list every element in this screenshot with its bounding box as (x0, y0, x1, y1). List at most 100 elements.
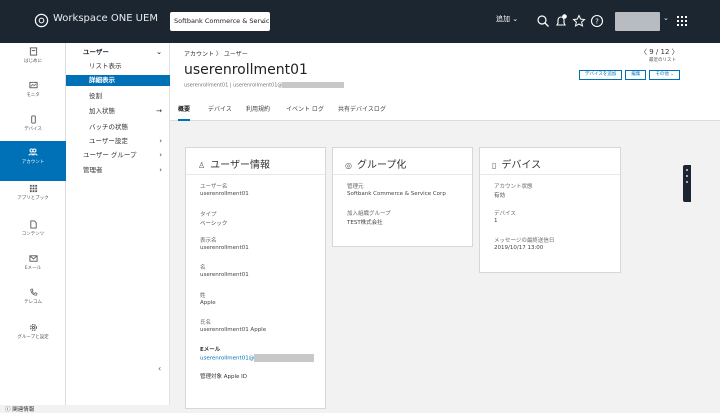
field-label: Eメール (200, 347, 221, 353)
accounts-subnav: ユーザー ⌄ リスト表示 詳細表示 役割 加入状態 → バッチの状態 ユーザー設定 ›… (66, 43, 170, 405)
help-icon[interactable]: ? (589, 13, 605, 29)
user-info-card: ♙ ユーザー情報 ユーザー名 userenrollment01 タイプ ベーシック… (185, 147, 326, 409)
collapse-menu-chevron-icon[interactable]: ‹ (158, 364, 161, 373)
search-icon[interactable] (535, 13, 551, 29)
grouping-card: ◎ グループ化 管理元 Softbank Commerce & Service C… (332, 147, 473, 247)
redacted-email-domain (282, 82, 345, 88)
arrow-right-icon: → (156, 107, 162, 115)
content-icon (29, 220, 37, 229)
page-subtitle: userenrollment01 | userenrollment01@ (184, 82, 345, 89)
edit-button[interactable]: 編集 (625, 70, 647, 80)
monitor-icon (28, 81, 38, 89)
telecom-icon (29, 288, 38, 296)
tab-terms-of-use[interactable]: 利用規約 (246, 103, 270, 121)
related-info-link[interactable]: ⓘ 関連情報 (5, 405, 34, 413)
field-label: 名 (200, 265, 206, 271)
field-label: ユーザー名 (200, 184, 228, 190)
subnav-item-user-settings[interactable]: ユーザー設定 › (66, 136, 170, 147)
add-menu-button[interactable]: 追加 ⌄ (496, 14, 518, 24)
tab-summary[interactable]: 概要 (178, 103, 191, 121)
chevron-down-icon[interactable]: ⌄ (663, 14, 669, 22)
field-label: 表示名 (200, 238, 217, 244)
field-label: 管理対象 Apple ID (200, 374, 248, 380)
page-title: userenrollment01 (184, 62, 308, 78)
subnav-item-enrollment-status[interactable]: 加入状態 → (66, 106, 170, 117)
field-label: メッセージの最終送信日 (494, 238, 555, 244)
rail-item-telecom[interactable]: テレコム (0, 284, 66, 324)
accounts-icon (28, 148, 38, 156)
device-icon: ▯ (492, 161, 497, 170)
field-label: 姓 (200, 293, 206, 299)
field-value: 2019/10/17 13:00 (494, 245, 544, 251)
detail-tabs: 概要 デバイス 利用規約 イベント ログ 共有デバイスログ (170, 103, 720, 121)
info-circle-icon: ⓘ (5, 407, 11, 413)
field-label: アカウント状態 (494, 184, 533, 190)
notification-bell-icon[interactable] (553, 13, 569, 29)
page-header: アカウント 〉 ユーザー userenrollment01 userenroll… (170, 43, 720, 121)
field-value: Softbank Commerce & Service Corp (347, 191, 446, 197)
left-navigation-rail: はじめに モニタ デバイス アカウント アプリとブック コンテンツ Eメール テ… (0, 43, 66, 413)
field-value: userenrollment01 Apple (200, 327, 267, 333)
devices-card: ▯ デバイス アカウント状態 有効 デバイス 1 メッセージの最終送信日 2019… (479, 147, 621, 273)
header-actions: デバイスを追加 編集 その他 ⌄ (579, 70, 683, 80)
user-icon: ♙ (198, 161, 206, 170)
subnav-item-roles[interactable]: 役割 (66, 91, 170, 102)
top-bar: Workspace ONE UEM Softbank Commerce & Se… (0, 0, 720, 43)
tab-devices[interactable]: デバイス (208, 103, 232, 121)
subnav-item-list-view[interactable]: リスト表示 (66, 61, 170, 72)
field-value: userenrollment01 (200, 245, 249, 251)
field-label: 加入組織グループ (347, 211, 391, 217)
email-icon (28, 255, 38, 262)
brand-title: Workspace ONE UEM (53, 13, 158, 24)
more-actions-button[interactable]: その他 ⌄ (649, 70, 681, 80)
rail-item-accounts[interactable]: アカウント (0, 141, 66, 181)
breadcrumb[interactable]: アカウント 〉 ユーザー (184, 49, 248, 58)
card-title: ユーザー情報 (210, 160, 270, 171)
field-label: デバイス (494, 211, 516, 217)
apps-grid-icon (29, 184, 37, 193)
subnav-item-detail-view[interactable]: 詳細表示 (66, 75, 170, 86)
rail-item-apps-books[interactable]: アプリとブック (0, 180, 66, 220)
field-label: 氏名 (200, 320, 212, 326)
chevron-down-icon: ⌄ (156, 48, 162, 56)
add-device-button[interactable]: デバイスを追加 (579, 70, 623, 80)
field-value: userenrollment01 (200, 191, 249, 197)
gear-icon (29, 324, 37, 331)
card-title: デバイス (501, 160, 542, 171)
subnav-users-header[interactable]: ユーザー ⌄ (66, 47, 170, 58)
field-value: 有効 (494, 193, 506, 199)
subnav-item-batch-status[interactable]: バッチの状態 (66, 122, 170, 133)
recent-list-label[interactable]: 最近のリスト (649, 57, 676, 63)
email-link[interactable]: userenrollment01@ (200, 354, 315, 362)
rail-item-groups-settings[interactable]: グループと設定 (0, 319, 66, 359)
tab-shared-device-log[interactable]: 共有デバイスログ (338, 103, 386, 121)
field-value: Apple (200, 300, 216, 306)
device-count[interactable]: 1 (494, 218, 498, 224)
subnav-item-administrators[interactable]: 管理者 › (66, 165, 170, 176)
svg-text:?: ? (595, 18, 599, 26)
org-group-icon: ◎ (345, 161, 352, 170)
workspace-one-logo-icon (34, 13, 49, 28)
chevron-down-icon: ⌄ (260, 18, 266, 25)
device-icon (30, 115, 36, 124)
field-value: TEST株式会社 (347, 220, 383, 226)
field-label: タイプ (200, 212, 217, 218)
organization-selector[interactable]: Softbank Commerce & Servic... ⌄ (170, 12, 270, 31)
chevron-right-icon: › (159, 166, 162, 174)
field-label: 管理元 (347, 184, 364, 190)
app-launcher-grid-icon[interactable] (674, 13, 690, 29)
main-content: アカウント 〉 ユーザー userenrollment01 userenroll… (170, 43, 720, 409)
redacted-email-domain (254, 354, 315, 362)
chevron-right-icon: › (159, 151, 162, 159)
card-title: グループ化 (356, 160, 407, 171)
subnav-item-user-groups[interactable]: ユーザー グループ › (66, 150, 170, 161)
tab-event-log[interactable]: イベント ログ (286, 103, 324, 121)
user-account-menu[interactable] (615, 12, 660, 31)
field-value: ベーシック (200, 221, 228, 227)
star-icon[interactable] (571, 13, 587, 29)
side-panel-tab[interactable] (683, 165, 691, 202)
record-pager[interactable]: 〈 9 / 12 〉 (640, 47, 679, 57)
field-value: userenrollment01 (200, 272, 249, 278)
home-icon (29, 47, 37, 56)
chevron-right-icon: › (159, 137, 162, 145)
